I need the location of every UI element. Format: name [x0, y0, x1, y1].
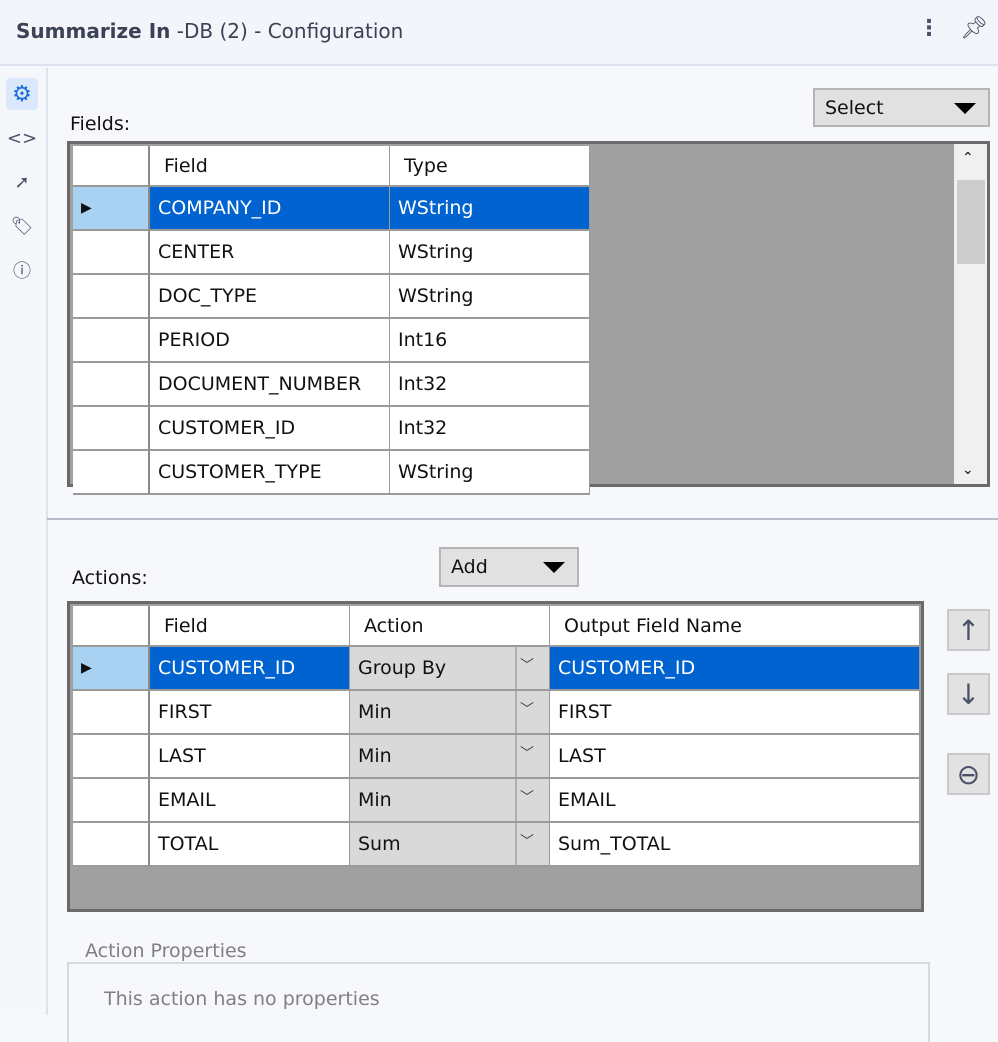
no-properties-text: This action has no properties — [104, 988, 380, 1010]
current-row-icon: ▶ — [81, 660, 92, 676]
dropdown-arrow-icon — [954, 102, 976, 114]
field-type-cell[interactable]: WString — [390, 451, 590, 495]
remove-button[interactable]: ⊖ — [947, 753, 990, 795]
row-header[interactable]: ▶ — [73, 187, 150, 231]
scroll-thumb[interactable] — [957, 180, 985, 264]
action-select-value: Min — [350, 779, 517, 821]
chevron-down-icon: ﹀ — [520, 702, 534, 718]
column-header[interactable]: Field — [150, 146, 390, 187]
fields-table: ⌃ ⌄ Field Type ▶ COMPANY_ID WString CENTER WSt… — [67, 141, 990, 495]
add-dropdown-label: Add — [451, 556, 488, 578]
row-header[interactable] — [73, 407, 150, 451]
chevron-down-icon: ﹀ — [520, 746, 534, 762]
row-header[interactable] — [73, 451, 150, 495]
action-select[interactable]: Min ﹀ — [350, 691, 550, 735]
side-rail: ⚙ <> ➚ 🏷︎ ⓘ — [0, 68, 48, 1015]
tag-icon[interactable]: 🏷︎ — [6, 210, 38, 242]
header-corner — [73, 146, 150, 187]
fields-label: Fields: — [70, 113, 131, 135]
field-name-cell[interactable]: COMPANY_ID — [150, 187, 390, 231]
dropdown-arrow-icon — [543, 562, 565, 573]
header-corner — [73, 606, 150, 647]
field-type-cell[interactable]: Int32 — [390, 363, 590, 407]
arrow-up-icon: ↑ — [956, 613, 981, 647]
action-select[interactable]: Sum ﹀ — [350, 823, 550, 867]
field-name-cell[interactable]: DOC_TYPE — [150, 275, 390, 319]
field-name-cell[interactable]: CENTER — [150, 231, 390, 275]
row-header[interactable] — [73, 231, 150, 275]
column-header[interactable]: Output Field Name — [550, 606, 920, 647]
field-name-cell[interactable]: DOCUMENT_NUMBER — [150, 363, 390, 407]
action-field-cell[interactable]: FIRST — [150, 691, 350, 735]
code-icon[interactable]: <> — [6, 122, 38, 154]
field-type-cell[interactable]: WString — [390, 187, 590, 231]
output-field-name-cell[interactable]: LAST — [550, 735, 920, 779]
field-type-cell[interactable]: Int32 — [390, 407, 590, 451]
row-header[interactable] — [73, 779, 150, 823]
action-field-cell[interactable]: CUSTOMER_ID — [150, 647, 350, 691]
action-select-value: Group By — [350, 647, 517, 689]
output-field-name-cell[interactable]: Sum_TOTAL — [550, 823, 920, 867]
action-select[interactable]: Group By ﹀ — [350, 647, 550, 691]
gear-icon[interactable]: ⚙ — [6, 78, 38, 110]
chevron-down-icon: ﹀ — [520, 834, 534, 850]
minus-circle-icon: ⊖ — [956, 757, 981, 791]
splitter[interactable] — [47, 518, 998, 521]
row-header[interactable]: ▶ — [73, 647, 150, 691]
panel-title: Summarize In -DB (2) - Configuration — [16, 19, 404, 43]
add-dropdown[interactable]: Add — [439, 547, 579, 587]
field-type-cell[interactable]: WString — [390, 231, 590, 275]
actions-table: Field Action Output Field Name ▶ CUSTOMER_ID… — [67, 601, 924, 912]
select-dropdown[interactable]: Select — [813, 88, 990, 127]
action-select[interactable]: Min ﹀ — [350, 735, 550, 779]
row-header[interactable] — [73, 691, 150, 735]
output-field-name-cell[interactable]: CUSTOMER_ID — [550, 647, 920, 691]
field-name-cell[interactable]: PERIOD — [150, 319, 390, 363]
row-header[interactable] — [73, 363, 150, 407]
more-options-icon[interactable]: ⋮ — [918, 16, 940, 41]
row-header[interactable] — [73, 823, 150, 867]
move-up-button[interactable]: ↑ — [947, 609, 990, 651]
action-properties-legend: Action Properties — [80, 940, 252, 962]
select-dropdown-label: Select — [825, 96, 884, 119]
field-type-cell[interactable]: Int16 — [390, 319, 590, 363]
field-type-cell[interactable]: WString — [390, 275, 590, 319]
move-down-button[interactable]: ↓ — [947, 673, 990, 715]
row-header[interactable] — [73, 275, 150, 319]
arrow-circle-icon[interactable]: ➚ — [6, 166, 38, 198]
column-header[interactable]: Type — [390, 146, 590, 187]
current-row-icon: ▶ — [81, 200, 92, 216]
actions-label: Actions: — [72, 567, 148, 589]
action-field-cell[interactable]: LAST — [150, 735, 350, 779]
action-select-value: Sum — [350, 823, 517, 865]
row-header[interactable] — [73, 735, 150, 779]
arrow-down-icon: ↓ — [956, 677, 981, 711]
row-header[interactable] — [73, 319, 150, 363]
action-select-value: Min — [350, 691, 517, 733]
column-header[interactable]: Action — [350, 606, 550, 647]
panel-header: Summarize In -DB (2) - Configuration ⋮ 📌… — [0, 0, 998, 66]
fields-scrollbar[interactable]: ⌃ ⌄ — [954, 144, 987, 484]
column-header[interactable]: Field — [150, 606, 350, 647]
chevron-down-icon: ﹀ — [520, 658, 534, 674]
field-name-cell[interactable]: CUSTOMER_TYPE — [150, 451, 390, 495]
action-field-cell[interactable]: EMAIL — [150, 779, 350, 823]
scroll-down-icon[interactable]: ⌄ — [962, 462, 974, 478]
output-field-name-cell[interactable]: FIRST — [550, 691, 920, 735]
pin-icon[interactable]: 📌︎ — [960, 16, 988, 41]
chevron-down-icon: ﹀ — [520, 790, 534, 806]
field-name-cell[interactable]: CUSTOMER_ID — [150, 407, 390, 451]
action-select-value: Min — [350, 735, 517, 777]
help-icon[interactable]: ⓘ — [6, 254, 38, 286]
scroll-up-icon[interactable]: ⌃ — [962, 150, 974, 166]
output-field-name-cell[interactable]: EMAIL — [550, 779, 920, 823]
action-select[interactable]: Min ﹀ — [350, 779, 550, 823]
action-field-cell[interactable]: TOTAL — [150, 823, 350, 867]
